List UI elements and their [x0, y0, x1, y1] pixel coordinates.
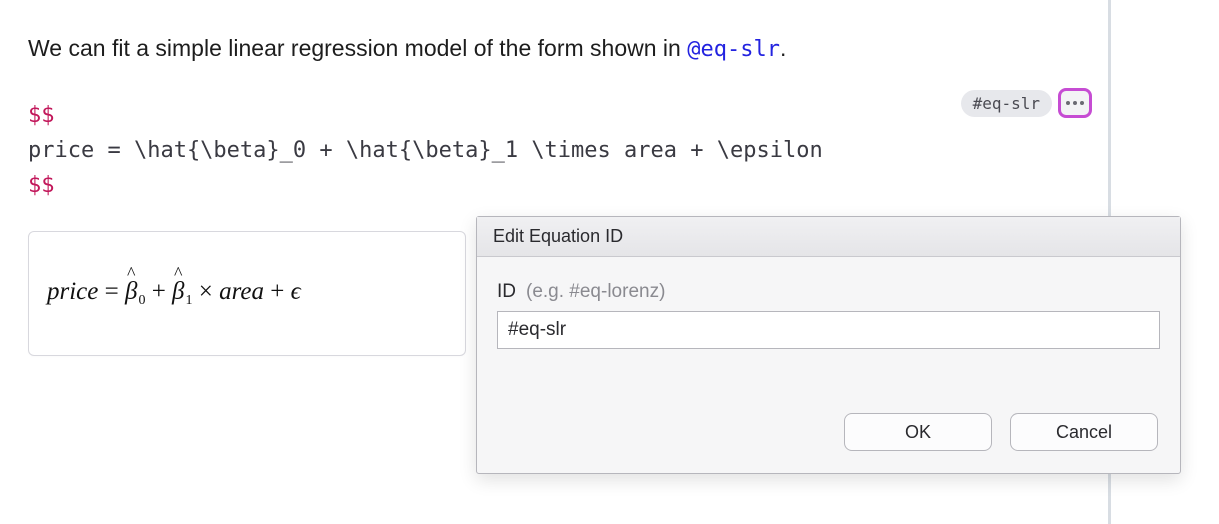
math-close-delim[interactable]: $$ — [28, 168, 1082, 203]
dialog-body: ID (e.g. #eq-lorenz) — [477, 257, 1180, 413]
ok-button[interactable]: OK — [844, 413, 992, 451]
rendered-equation: price = β0 + β1 × area + ϵ — [47, 278, 301, 305]
equation-tag-row: #eq-slr — [961, 88, 1092, 118]
crossref-eq-slr[interactable]: @eq-slr — [687, 37, 780, 62]
equation-preview: price = β0 + β1 × area + ϵ — [28, 231, 466, 356]
dialog-footer: OK Cancel — [477, 413, 1180, 473]
prose-after: . — [780, 35, 786, 61]
math-source-line[interactable]: price = \hat{\beta}_0 + \hat{\beta}_1 \t… — [28, 133, 1082, 168]
prose-before: We can fit a simple linear regression mo… — [28, 35, 687, 61]
paragraph[interactable]: We can fit a simple linear regression mo… — [28, 32, 1082, 66]
id-field-hint: (e.g. #eq-lorenz) — [526, 281, 665, 303]
ellipsis-icon — [1066, 101, 1084, 105]
cancel-button[interactable]: Cancel — [1010, 413, 1158, 451]
equation-id-input[interactable] — [497, 311, 1160, 349]
id-field-label: ID — [497, 281, 516, 303]
equation-id-tag[interactable]: #eq-slr — [961, 90, 1052, 117]
edit-equation-id-dialog: Edit Equation ID ID (e.g. #eq-lorenz) OK… — [476, 216, 1181, 474]
equation-tag-more-button[interactable] — [1058, 88, 1092, 118]
math-open-delim[interactable]: $$ — [28, 98, 1082, 133]
dialog-title: Edit Equation ID — [477, 217, 1180, 257]
